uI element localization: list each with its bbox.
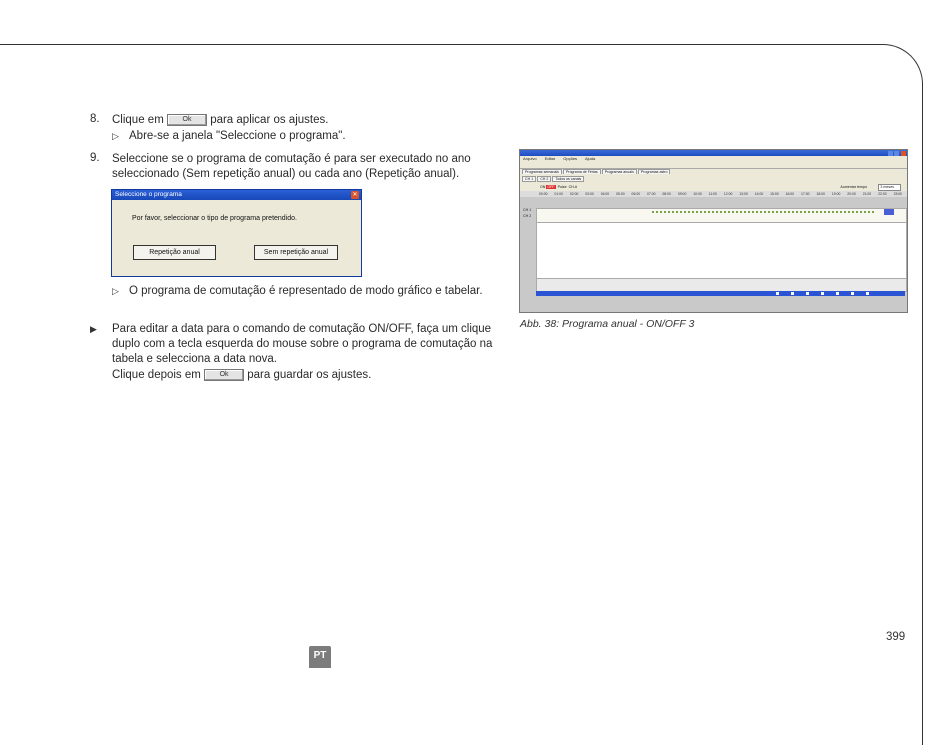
timeline-area [536,222,907,279]
selected-marker [884,209,894,215]
off-label: OFF [546,185,556,189]
maximize-icon [894,150,899,156]
step-8-after: para aplicar os ajustes. [210,114,329,126]
program-tabs: Programas semanais Programa de Férias Prog… [520,169,907,176]
step-9-line1: Seleccione se o programa de comutação é … [112,153,471,165]
tab: Programas astro [637,169,671,174]
dialog-message: Por favor, seleccionar o tipo de program… [132,215,297,222]
program-table-header [536,278,907,292]
dialog-title: Seleccione o programa [115,191,182,198]
row-label-ch2: CH 2 [523,214,532,218]
zoom-label: Aumentar tempo [840,185,867,189]
zoom-select: 3 meses [878,184,901,191]
bullet-line4-after: para guardar os ajustes. [247,369,372,381]
result-9-text: O programa de comutação é representado d… [129,285,483,297]
tab: Programas anuais [601,169,637,174]
menu-item: Arquivo [523,156,537,161]
result-arrow-icon: ▷ [112,131,119,141]
language-badge: PT [309,646,331,668]
step-9-line2: seleccionado (Sem repetição anual) ou ca… [112,168,460,180]
on-label: ON [540,185,546,189]
bullet-line2: duplo com a tecla esquerda do mouse sobr… [112,338,493,350]
tab: CH 1 [522,176,537,182]
ok-button-inline: Ok [204,368,245,381]
no-repeat-button: Sem repetição anual [254,245,338,260]
bullet-line3: tabela e selecciona a data nova. [112,353,277,365]
bullet-line4-before: Clique depois em [112,369,201,381]
menu-item: Ajuda [584,156,596,161]
menu-item: Editar [544,156,556,161]
select-program-dialog: Seleccione o programa ✕ Por favor, selec… [111,189,362,277]
toolbar [520,162,907,169]
close-icon [901,150,906,156]
ch-label: CH-# [568,185,577,189]
ok-button-inline: Ok [166,113,207,126]
annual-program-screenshot: Arquivo Editar Opções Ajuda Programas se… [519,149,908,313]
bullet-triangle-icon: ▶ [90,324,97,334]
result-8-text: Abre-se a janela "Seleccione o programa"… [129,130,346,142]
dialog-titlebar: Seleccione o programa ✕ [112,190,361,200]
page-number: 399 [886,631,906,643]
menu-item: Opções [563,156,578,161]
close-icon: ✕ [351,191,359,199]
minimize-icon [888,150,893,156]
pulse-label: Pulse [557,185,567,189]
program-table-row [536,291,905,296]
step-8-text: Clique em Ok para aplicar os ajustes. [112,113,328,128]
annual-repeat-button: Repetição anual [133,245,216,260]
bullet-line4: Clique depois em Ok para guardar os ajus… [112,368,371,383]
action-bar: ON OFF Pulse CH-# Aumentar tempo 3 meses [520,183,907,191]
step-8-number: 8. [90,113,100,125]
tab: CH 2 [537,176,552,182]
hours-header: 00:00 01:00 02:00 03:00 04:00 05:00 06:0… [520,191,907,197]
result-arrow-icon: ▷ [112,286,119,296]
channel-tabs: CH 1 CH 2 Todos os canais [520,176,907,183]
tab: Programa de Férias [562,169,601,174]
tab: Todos os canais [552,176,585,182]
figure-caption: Abb. 38: Programa anual - ON/OFF 3 [520,318,695,330]
step-8-before: Clique em [112,114,164,126]
tab: Programas semanais [522,169,562,174]
step-9-number: 9. [90,152,100,164]
row-label-ch1: CH 1 [523,208,532,212]
on-period-markers [652,211,874,215]
bullet-line1: Para editar a data para o comando de com… [112,323,492,335]
window-titlebar [520,150,907,156]
